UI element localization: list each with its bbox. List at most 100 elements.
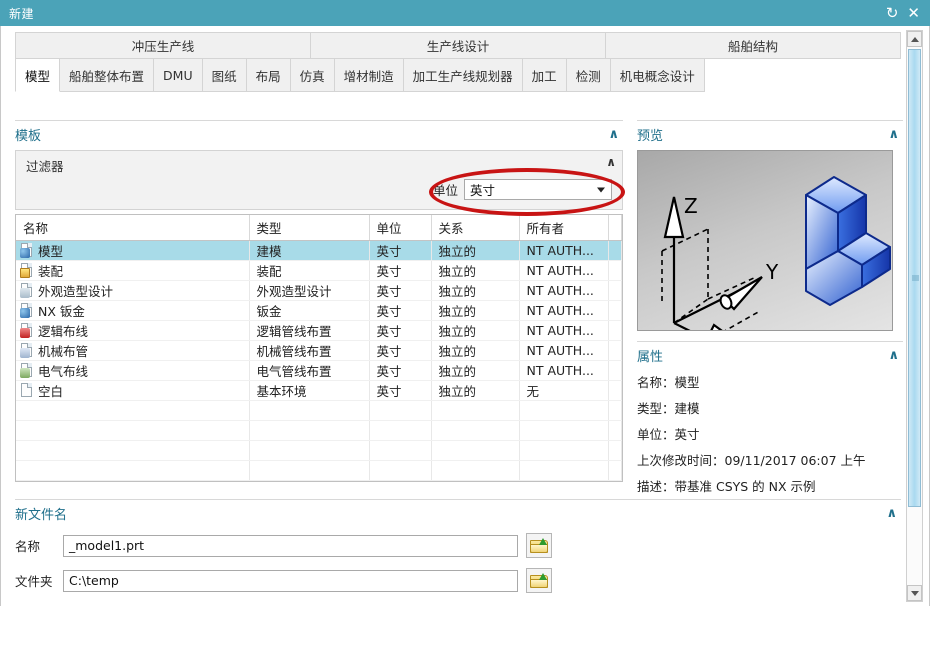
cell-owner: NT AUTH...	[519, 320, 609, 341]
cell-name: 逻辑布线	[38, 324, 89, 339]
preview-section-header[interactable]: 预览 ∧	[637, 120, 903, 144]
tab-machining[interactable]: 加工	[522, 59, 567, 92]
chevron-up-icon[interactable]: ∧	[608, 127, 623, 142]
preview-image: Z Y X	[637, 150, 893, 331]
svg-text:Z: Z	[684, 194, 698, 218]
tab-dmu[interactable]: DMU	[154, 59, 203, 92]
col-type[interactable]: 类型	[249, 215, 370, 241]
table-empty-row	[16, 420, 622, 441]
properties-section-title: 属性	[637, 350, 664, 365]
footer: 头条 @鑫佑数控模具培训学院	[0, 606, 930, 651]
cell-unit: 英寸	[369, 300, 432, 321]
cell-relation: 独立的	[431, 240, 520, 261]
dialog-body: 冲压生产线 生产线设计 船舶结构 模型 船舶整体布置 DMU 图纸 布局 仿真 …	[0, 26, 930, 633]
cell-relation: 独立的	[431, 320, 520, 341]
template-section-title: 模板	[15, 129, 42, 144]
preview-pane: 预览 ∧ Z Y 属性 ∧ 名称：模型 类型：建模 单位：英寸 上次修改时间：0…	[637, 120, 903, 495]
template-section-header[interactable]: 模板 ∧	[15, 120, 623, 144]
properties-section: 属性 ∧ 名称：模型 类型：建模 单位：英寸 上次修改时间：09/11/2017…	[637, 341, 903, 495]
tab-line-planner[interactable]: 加工生产线规划器	[403, 59, 523, 92]
scrollbar-thumb[interactable]	[908, 49, 921, 507]
tab-layout[interactable]: 布局	[246, 59, 291, 92]
scroll-up-arrow-icon[interactable]	[907, 31, 922, 47]
unit-select-value: 英寸	[470, 183, 496, 198]
cell-type: 建模	[249, 240, 370, 261]
tab-simulation[interactable]: 仿真	[290, 59, 335, 92]
unit-label: 单位	[432, 183, 458, 198]
scroll-down-arrow-icon[interactable]	[907, 585, 922, 601]
tab-group-ship-structure[interactable]: 船舶结构	[606, 32, 901, 59]
col-relation[interactable]: 关系	[431, 215, 520, 241]
cell-name: 空白	[38, 384, 64, 399]
tab-group-row: 冲压生产线 生产线设计 船舶结构	[15, 32, 901, 59]
cell-name: 模型	[38, 244, 64, 259]
tab-group-line-design[interactable]: 生产线设计	[311, 32, 606, 59]
folder-row: 文件夹 C:\temp	[15, 568, 901, 593]
tab-inspection[interactable]: 检测	[566, 59, 611, 92]
chevron-up-icon[interactable]: ∧	[888, 127, 903, 142]
cell-name: 电气布线	[38, 364, 89, 379]
cell-owner: NT AUTH...	[519, 240, 609, 261]
template-pane: 模板 ∧ 过滤器 ∧ 单位 英寸 名称 类型 单位 关系 所有者 模型 建模 英…	[15, 120, 623, 482]
tab-drawing[interactable]: 图纸	[202, 59, 247, 92]
tab-model[interactable]: 模型	[15, 59, 61, 92]
col-owner[interactable]: 所有者	[519, 215, 609, 241]
styling-icon	[20, 283, 33, 298]
logical-icon	[20, 323, 33, 338]
cell-type: 机械管线布置	[249, 340, 370, 361]
table-row[interactable]: 装配 装配 英寸 独立的 NT AUTH...	[16, 260, 622, 281]
filter-title: 过滤器	[26, 159, 64, 174]
file-name-browse-button[interactable]	[526, 533, 552, 558]
cell-unit: 英寸	[369, 380, 432, 401]
cell-owner: NT AUTH...	[519, 340, 609, 361]
table-row[interactable]: 空白 基本环境 英寸 独立的 无	[16, 380, 622, 401]
tab-mechatronics[interactable]: 机电概念设计	[610, 59, 705, 92]
table-row[interactable]: 模型 建模 英寸 独立的 NT AUTH...	[16, 240, 622, 261]
file-name-row: 名称 _model1.prt	[15, 533, 901, 558]
table-empty-row	[16, 460, 622, 481]
col-unit[interactable]: 单位	[369, 215, 432, 241]
cell-owner: 无	[519, 380, 609, 401]
cell-type: 外观造型设计	[249, 280, 370, 301]
cell-relation: 独立的	[431, 380, 520, 401]
col-name[interactable]: 名称	[16, 215, 250, 241]
cell-unit: 英寸	[369, 240, 432, 261]
table-row[interactable]: NX 钣金 钣金 英寸 独立的 NT AUTH...	[16, 300, 622, 321]
close-icon[interactable]: ✕	[907, 5, 920, 21]
restore-icon[interactable]: ↻	[886, 5, 899, 21]
vertical-scrollbar[interactable]	[906, 30, 923, 602]
tab-group-stamping[interactable]: 冲压生产线	[15, 32, 311, 59]
unit-select[interactable]: 英寸	[464, 179, 612, 200]
table-row[interactable]: 外观造型设计 外观造型设计 英寸 独立的 NT AUTH...	[16, 280, 622, 301]
filter-chevron-up-icon[interactable]: ∧	[606, 155, 616, 169]
chevron-up-icon[interactable]: ∧	[888, 348, 903, 363]
cell-name: 外观造型设计	[38, 284, 114, 299]
cell-relation: 独立的	[431, 280, 520, 301]
property-desc: 描述：带基准 CSYS 的 NX 示例	[637, 479, 816, 494]
table-header-row: 名称 类型 单位 关系 所有者	[16, 215, 622, 241]
table-body: 模型 建模 英寸 独立的 NT AUTH... 装配 装配 英寸 独立的 NT …	[16, 240, 622, 481]
cell-name: 装配	[38, 264, 64, 279]
svg-text:Y: Y	[765, 260, 779, 284]
folder-input[interactable]: C:\temp	[63, 569, 518, 592]
file-name-input[interactable]: _model1.prt	[63, 534, 518, 557]
table-row[interactable]: 机械布管 机械管线布置 英寸 独立的 NT AUTH...	[16, 340, 622, 361]
assembly-icon	[20, 263, 33, 278]
tab-ship-layout[interactable]: 船舶整体布置	[60, 59, 155, 92]
cell-owner: NT AUTH...	[519, 280, 609, 301]
table-row[interactable]: 逻辑布线 逻辑管线布置 英寸 独立的 NT AUTH...	[16, 320, 622, 341]
cell-type: 装配	[249, 260, 370, 281]
table-empty-row	[16, 480, 622, 481]
chevron-down-icon[interactable]	[597, 187, 605, 192]
unit-filter-row: 单位 英寸	[433, 179, 612, 200]
preview-svg: Z Y X	[661, 176, 891, 330]
table-row[interactable]: 电气布线 电气管线布置 英寸 独立的 NT AUTH...	[16, 360, 622, 381]
template-table[interactable]: 名称 类型 单位 关系 所有者 模型 建模 英寸 独立的 NT AUTH... …	[15, 214, 623, 482]
tab-additive[interactable]: 增材制造	[334, 59, 404, 92]
window-controls: ↻ ✕	[886, 5, 920, 21]
chevron-up-icon[interactable]: ∧	[886, 506, 901, 521]
folder-browse-button[interactable]	[526, 568, 552, 593]
properties-section-header[interactable]: 属性 ∧	[637, 341, 903, 365]
cell-type: 基本环境	[249, 380, 370, 401]
new-file-name-header[interactable]: 新文件名 ∧	[15, 499, 901, 523]
